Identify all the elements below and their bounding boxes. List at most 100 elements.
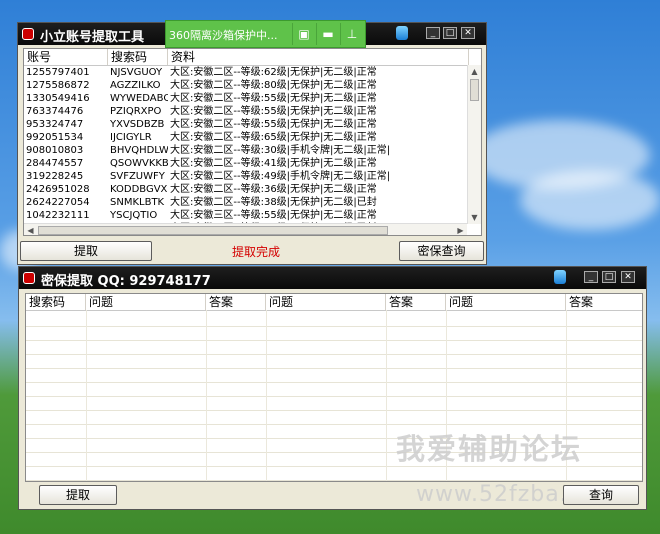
cell-info: 大区:安徽二区--等级:38级|无保护|无二级|已封 <box>170 197 377 208</box>
cell-code: SVFZUWFY <box>110 171 165 182</box>
window-title: 小立账号提取工具 <box>40 30 145 45</box>
table-header-2: 搜索码 问题 答案 问题 答案 问题 答案 <box>26 294 642 311</box>
cell-info: 大区:安徽二区--等级:55级|无保护|无二级|正常 <box>170 106 377 117</box>
cell-code: YSCJQTIO <box>110 210 158 221</box>
column-header-code[interactable]: 搜索码 <box>108 49 168 65</box>
column-header-answer-3[interactable]: 答案 <box>566 294 642 310</box>
grid-column-line <box>386 310 387 481</box>
column-header-code-2[interactable]: 搜索码 <box>26 294 86 310</box>
table-row[interactable]: 1330549416 WYWEDABQ 大区:安徽二区--等级:55级|无保护|无二… <box>24 92 467 105</box>
grid-row-line <box>26 340 642 341</box>
cell-info: 大区:安徽二区--等级:62级|无保护|无二级|正常 <box>170 67 377 78</box>
cell-code: QSOWVKKB <box>110 158 168 169</box>
scroll-down-arrow[interactable]: ▼ <box>468 211 481 224</box>
cell-code: BHVQHDLW <box>110 145 168 156</box>
cell-code: AGZZILKO <box>110 80 161 91</box>
column-header-question-2[interactable]: 问题 <box>266 294 386 310</box>
hscroll-thumb[interactable] <box>38 226 388 235</box>
cell-info: 大区:安徽二区--等级:30级|手机令牌|无二级|正常| <box>170 145 391 156</box>
grid-row-line <box>26 368 642 369</box>
app-icon <box>22 28 34 40</box>
security-query-button[interactable]: 密保查询 <box>399 241 484 261</box>
cell-account: 1330549416 <box>26 93 90 104</box>
watermark-text: 我爱辅助论坛 <box>396 432 583 466</box>
security-extract-window: 密保提取 QQ: 929748177 _ □ ✕ 搜索码 问题 答案 问题 答案… <box>18 266 647 510</box>
grid-row-line <box>26 382 642 383</box>
column-header-answer-2[interactable]: 答案 <box>386 294 446 310</box>
table-row[interactable]: 1255797401 NJSVGUOY 大区:安徽二区--等级:62级|无保护|无二… <box>24 66 467 79</box>
table-row[interactable]: 992051534 IJCIGYLR 大区:安徽二区--等级:65级|无保护|无二级… <box>24 131 467 144</box>
cell-info: 大区:安徽二区--等级:49级|手机令牌|无二级|正常| <box>170 171 391 182</box>
table-row[interactable]: 763374476 PZIQRXPO 大区:安徽二区--等级:55级|无保护|无二级… <box>24 105 467 118</box>
grid-column-line <box>266 310 267 481</box>
table-row[interactable]: 284474557 QSOWVKKB 大区:安徽二区--等级:41级|无保护|无二级… <box>24 157 467 170</box>
status-text: 提取完成 <box>232 245 281 259</box>
cell-code: PZIQRXPO <box>110 106 162 117</box>
security-table[interactable]: 搜索码 问题 答案 问题 答案 问题 答案 我爱辅助论坛 <box>25 293 643 482</box>
table-row[interactable]: 2624227054 SNMKLBTK 大区:安徽二区--等级:38级|无保护|无二… <box>24 196 467 209</box>
grid-row-line <box>26 480 642 481</box>
table-row[interactable]: 953324747 YXVSDBZB 大区:安徽二区--等级:55级|无保护|无二级… <box>24 118 467 131</box>
close-button-2[interactable]: ✕ <box>621 271 635 283</box>
horizontal-scrollbar[interactable]: ◀ ▶ <box>24 223 467 235</box>
column-header-question-3[interactable]: 问题 <box>446 294 566 310</box>
scroll-up-arrow[interactable]: ▲ <box>468 65 481 78</box>
maximize-button-2[interactable]: □ <box>602 271 616 283</box>
sandbox-monitor-icon[interactable]: ▣ <box>292 23 315 45</box>
table-row[interactable]: 1042232111 YSCJQTIO 大区:安徽三区--等级:55级|无保护|无二… <box>24 209 467 222</box>
grid-row-line <box>26 326 642 327</box>
cell-account: 763374476 <box>26 106 84 117</box>
column-header-question-1[interactable]: 问题 <box>86 294 206 310</box>
extract-button[interactable]: 提取 <box>20 241 152 261</box>
cell-code: SNMKLBTK <box>110 197 165 208</box>
vertical-scrollbar[interactable]: ▲ ▼ <box>467 65 481 224</box>
table-row[interactable]: 1275586872 AGZZILKO 大区:安徽二区--等级:80级|无保护|无二… <box>24 79 467 92</box>
grid-row-line <box>26 354 642 355</box>
window-titlebar-2[interactable]: 密保提取 QQ: 929748177 _ □ ✕ <box>19 267 646 289</box>
grid-column-line <box>86 310 87 481</box>
column-header-account[interactable]: 账号 <box>24 49 108 65</box>
sandbox-banner: 360隔离沙箱保护中... ▣ ▬ ⊥ <box>165 20 366 48</box>
cell-code: WYWEDABQ <box>110 93 168 104</box>
grid-row-line <box>26 410 642 411</box>
cell-code: NJSVGUOY <box>110 67 163 78</box>
minimize-button-2[interactable]: _ <box>584 271 598 283</box>
cell-account: 2426951028 <box>26 184 90 195</box>
cell-account: 908010803 <box>26 145 84 156</box>
cell-account: 953324747 <box>26 119 84 130</box>
skin-icon-2[interactable] <box>554 270 566 284</box>
cell-code: YXVSDBZB <box>110 119 165 130</box>
table-row[interactable]: 319228245 SVFZUWFY 大区:安徽二区--等级:49级|手机令牌|无二… <box>24 170 467 183</box>
column-header-answer-1[interactable]: 答案 <box>206 294 266 310</box>
table-row[interactable]: 2426951028 KODDBGVX 大区:安徽二区--等级:36级|无保护|无二… <box>24 183 467 196</box>
column-header-info[interactable]: 资料 <box>168 49 469 65</box>
cell-account: 319228245 <box>26 171 84 182</box>
cell-info: 大区:安徽二区--等级:36级|无保护|无二级|正常 <box>170 184 377 195</box>
scroll-thumb[interactable] <box>470 79 479 101</box>
minimize-button[interactable]: _ <box>426 27 440 39</box>
cell-account: 1255797401 <box>26 67 90 78</box>
cell-info: 大区:安徽二区--等级:80级|无保护|无二级|正常 <box>170 80 377 91</box>
query-button[interactable]: 查询 <box>563 485 639 505</box>
scroll-right-arrow[interactable]: ▶ <box>454 224 467 235</box>
scroll-left-arrow[interactable]: ◀ <box>24 224 37 235</box>
cell-account: 1042232111 <box>26 210 90 221</box>
cell-info: 大区:安徽二区--等级:55级|无保护|无二级|正常 <box>170 93 377 104</box>
table-row[interactable]: 908010803 BHVQHDLW 大区:安徽二区--等级:30级|手机令牌|无二… <box>24 144 467 157</box>
cell-account: 2624227054 <box>26 197 90 208</box>
cell-account: 1275586872 <box>26 80 90 91</box>
account-table[interactable]: 账号 搜索码 资料 1255797401 NJSVGUOY 大区:安徽二区--等级:… <box>23 48 482 236</box>
extract-button-2[interactable]: 提取 <box>39 485 117 505</box>
pin-icon[interactable]: ⊥ <box>340 23 363 45</box>
grid-column-line <box>206 310 207 481</box>
folder-icon[interactable]: ▬ <box>316 23 339 45</box>
cell-info: 大区:安徽二区--等级:55级|无保护|无二级|正常 <box>170 119 377 130</box>
sandbox-banner-text: 360隔离沙箱保护中... <box>169 29 278 42</box>
close-button[interactable]: ✕ <box>461 27 475 39</box>
grid-row-line <box>26 424 642 425</box>
table-header: 账号 搜索码 资料 <box>24 49 481 66</box>
maximize-button[interactable]: □ <box>443 27 457 39</box>
grid-row-line <box>26 396 642 397</box>
skin-icon[interactable] <box>396 26 408 40</box>
cell-account: 284474557 <box>26 158 84 169</box>
